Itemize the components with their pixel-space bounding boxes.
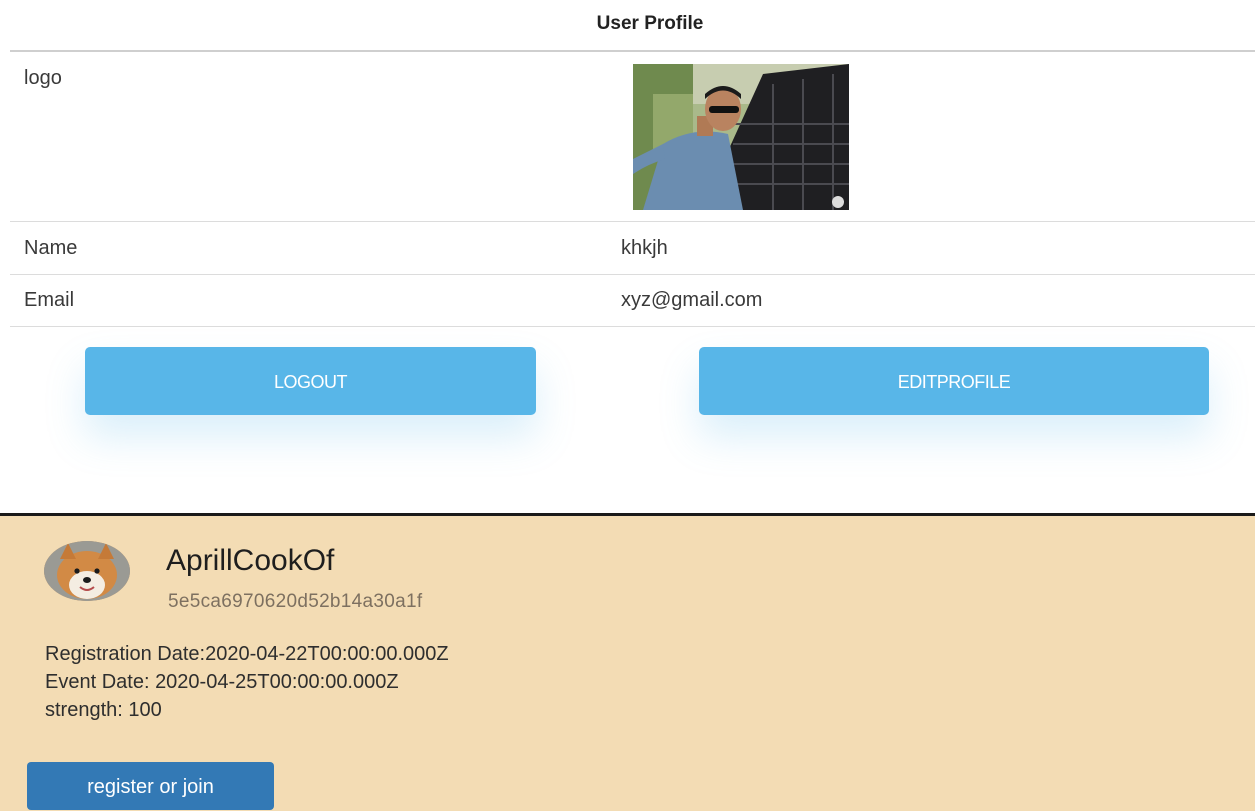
strength-label: strength: bbox=[45, 699, 129, 721]
user-profile-section: User Profile logo Name khkjh Email xyz@g… bbox=[0, 0, 1255, 515]
logo-label: logo bbox=[24, 67, 62, 89]
logout-button[interactable]: LOGOUT bbox=[85, 347, 536, 415]
registration-date: Registration Date:2020-04-22T00:00:00.00… bbox=[45, 643, 449, 666]
name-label: Name bbox=[24, 237, 78, 259]
profile-photo bbox=[633, 64, 849, 210]
name-value: khkjh bbox=[621, 237, 668, 259]
registration-date-value: 2020-04-22T00:00:00.000Z bbox=[205, 643, 449, 665]
register-or-join-button[interactable]: register or join bbox=[27, 762, 274, 810]
row-divider bbox=[10, 274, 1255, 275]
row-divider bbox=[10, 326, 1255, 327]
email-label: Email bbox=[24, 289, 75, 311]
strength: strength: 100 bbox=[45, 699, 162, 722]
avatar bbox=[44, 541, 130, 601]
event-user-id: 5e5ca6970620d52b14a30a1f bbox=[168, 591, 423, 612]
event-username: AprillCookOf bbox=[166, 544, 335, 577]
event-date: Event Date: 2020-04-25T00:00:00.000Z bbox=[45, 671, 399, 694]
registration-date-label: Registration Date: bbox=[45, 643, 206, 665]
row-divider bbox=[10, 221, 1255, 222]
event-card: AprillCookOf 5e5ca6970620d52b14a30a1f Re… bbox=[0, 513, 1255, 811]
event-date-value: 2020-04-25T00:00:00.000Z bbox=[155, 671, 399, 693]
edit-profile-button[interactable]: EDITPROFILE bbox=[699, 347, 1209, 415]
event-date-label: Event Date: bbox=[45, 671, 156, 693]
email-value: xyz@gmail.com bbox=[621, 289, 763, 311]
page-title: User Profile bbox=[596, 13, 704, 34]
strength-value: 100 bbox=[128, 699, 162, 721]
header-divider bbox=[10, 50, 1255, 52]
